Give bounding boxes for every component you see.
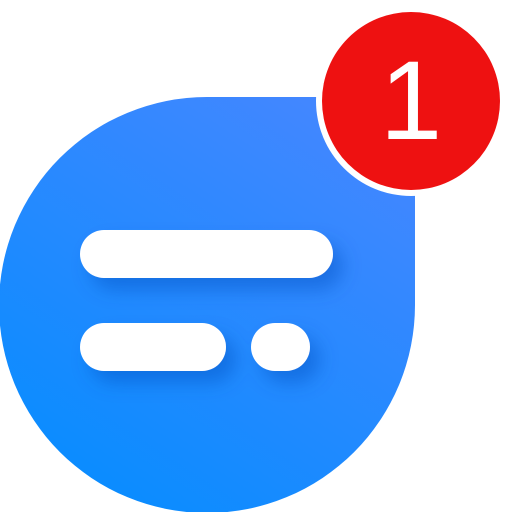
message-line-long	[80, 230, 333, 278]
notification-badge-fill	[322, 12, 500, 190]
message-line-short	[80, 323, 226, 371]
app-launcher-tile[interactable]: 1	[0, 0, 512, 512]
message-line-dot	[251, 323, 310, 371]
chat-bubble-icon[interactable]	[0, 0, 512, 512]
